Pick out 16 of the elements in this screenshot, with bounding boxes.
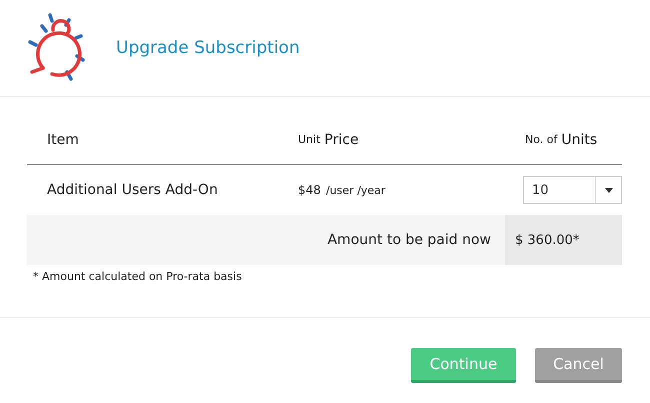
column-header: Price bbox=[324, 132, 359, 148]
caret-down-icon bbox=[604, 188, 612, 192]
footnote: * Amount calculated on Pro-rata basis bbox=[33, 270, 243, 283]
total-label: Amount to be paid now bbox=[327, 232, 491, 248]
total-amount: $ 360.00* bbox=[515, 232, 580, 248]
continue-button[interactable]: Continue bbox=[411, 348, 516, 383]
column-header-prefix: Unit bbox=[298, 133, 320, 146]
cancel-button[interactable]: Cancel bbox=[535, 348, 622, 383]
unit-price: $48 bbox=[298, 183, 321, 197]
column-header: Units bbox=[561, 132, 598, 148]
item-name: Additional Users Add-On bbox=[47, 182, 218, 198]
units-select[interactable]: 10 bbox=[523, 176, 622, 204]
column-header-prefix: No. of bbox=[525, 133, 558, 146]
price-unit: /user /year bbox=[326, 184, 386, 196]
column-header: Item bbox=[47, 132, 79, 148]
dialog-title: Upgrade Subscription bbox=[116, 38, 300, 58]
